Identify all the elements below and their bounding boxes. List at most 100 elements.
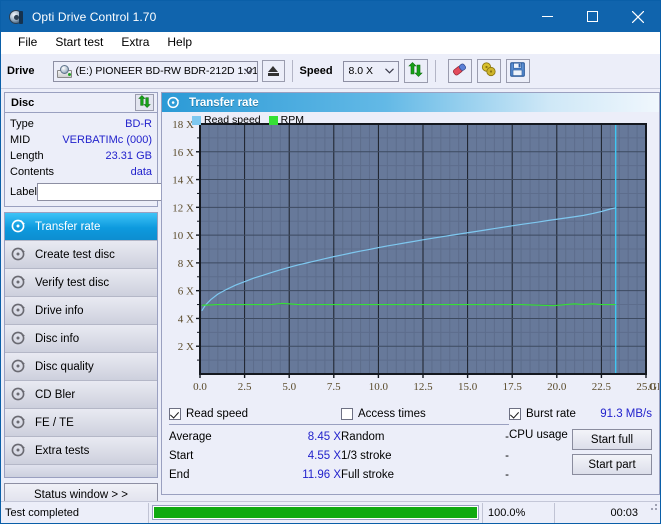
read-speed-stats: Read speed Average 8.45 X Start 4.55 X [169,405,341,484]
menu-bar: File Start test Extra Help [1,32,660,54]
disc-test-icon [11,359,28,374]
drive-toolbar: Drive (E:) PIONEER BD-RW BDR-212D 1.01 S… [1,54,660,89]
disc-test-icon [11,443,28,458]
disc-row-value: VERBATIMc (000) [62,134,152,146]
stat-value: 11.96 X [302,469,341,481]
eject-icon [268,66,279,76]
disc-refresh-button[interactable] [135,94,154,111]
disc-row-key: MID [10,134,30,146]
stat-key: CPU usage [509,429,568,441]
stat-value: 4.55 X [308,450,341,462]
chart-canvas: 2 X4 X6 X8 X10 X12 X14 X16 X18 X0.02.55.… [162,112,659,402]
disc-row-value: data [131,166,152,178]
sidebar-item-label: CD Bler [35,389,75,401]
stat-key: Full stroke [341,469,394,481]
svg-text:12 X: 12 X [172,202,194,214]
transfer-rate-panel: Transfer rate Read speed RPM 2 X4 X6 X8 … [161,92,660,495]
title-bar: Opti Drive Control 1.70 [1,1,660,32]
disc-row-value: 23.31 GB [106,150,152,162]
menu-file[interactable]: File [9,33,46,52]
disc-test-icon [11,219,28,234]
burst-rate-value: 91.3 MB/s [600,408,652,420]
start-full-button[interactable]: Start full [572,429,652,450]
menu-extra[interactable]: Extra [112,33,158,52]
disc-test-icon [167,96,181,109]
start-part-button[interactable]: Start part [572,454,652,475]
chevron-down-icon [244,62,253,81]
burst-rate-checkbox-row[interactable]: Burst rate 91.3 MB/s [509,405,652,422]
menu-help[interactable]: Help [158,33,201,52]
sidebar-item-disc-quality[interactable]: Disc quality [5,353,157,381]
application-window: Opti Drive Control 1.70 File Start test … [0,0,661,524]
stat-key: End [169,469,189,481]
access-times-stats: Access times Random - 1/3 stroke - [341,405,509,484]
stats-area: Read speed Average 8.45 X Start 4.55 X [162,402,659,484]
sidebar-item-transfer-rate[interactable]: Transfer rate [5,213,157,241]
eject-button[interactable] [262,60,285,82]
window-title: Opti Drive Control 1.70 [32,10,156,24]
svg-text:14 X: 14 X [172,175,194,187]
stat-row-third-stroke: 1/3 stroke - [341,446,509,465]
disc-panel-header: Disc [5,93,157,113]
disc-row-mid: MID VERBATIMc (000) [10,132,152,148]
sidebar-item-label: Extra tests [35,445,89,457]
svg-text:6 X: 6 X [178,286,194,298]
drive-select-value: (E:) PIONEER BD-RW BDR-212D 1.01 [76,65,257,77]
disc-label-row: Label [10,182,152,202]
discs-button[interactable] [477,59,501,83]
speed-select[interactable]: 8.0 X [343,61,399,82]
drive-select[interactable]: (E:) PIONEER BD-RW BDR-212D 1.01 [53,61,258,82]
minimize-button[interactable] [525,1,570,32]
transfer-rate-chart: Read speed RPM 2 X4 X6 X8 X10 X12 X14 X1… [162,112,659,402]
status-message: Test completed [1,503,149,523]
svg-text:7.5: 7.5 [327,381,341,393]
disc-row-type: Type BD-R [10,116,152,132]
cymbals-icon [481,62,497,80]
menu-start-test[interactable]: Start test [46,33,112,52]
save-button[interactable] [506,59,530,83]
svg-text:17.5: 17.5 [503,381,523,393]
refresh-icon [408,62,423,80]
burst-rate-stats: Burst rate 91.3 MB/s CPU usage 1 % Start… [509,405,652,484]
sidebar-item-verify-test-disc[interactable]: Verify test disc [5,269,157,297]
svg-text:16 X: 16 X [172,147,194,159]
close-button[interactable] [615,1,660,32]
disc-panel: Disc Type BD-R [4,92,158,207]
refresh-button[interactable] [404,59,428,83]
left-sidebar: Disc Type BD-R [1,89,161,500]
sidebar-item-cd-bler[interactable]: CD Bler [5,381,157,409]
page-title: Transfer rate [189,97,259,109]
svg-text:0.0: 0.0 [193,381,207,393]
progress-fill [154,507,477,518]
toolbar-divider-1 [292,60,293,82]
content-area: Transfer rate Read speed RPM 2 X4 X6 X8 … [161,89,661,500]
legend-swatch-read-speed [192,116,201,125]
start-buttons: Start full Start part [572,429,652,479]
erase-button[interactable] [448,59,472,83]
stat-key: Random [341,431,384,443]
svg-text:4 X: 4 X [178,313,194,325]
access-times-checkbox-row[interactable]: Access times [341,405,509,422]
read-speed-checkbox[interactable] [169,408,181,420]
disc-test-icon [11,415,28,430]
nav-filler [5,465,157,477]
divider [169,424,341,425]
sidebar-item-fe-te[interactable]: FE / TE [5,409,157,437]
refresh-icon [138,95,151,111]
sidebar-item-extra-tests[interactable]: Extra tests [5,437,157,465]
burst-rate-checkbox[interactable] [509,408,521,420]
legend-label-read-speed: Read speed [204,114,261,126]
speed-select-value: 8.0 X [349,65,374,77]
access-times-checkbox[interactable] [341,408,353,420]
disc-info-rows: Type BD-R MID VERBATIMc (000) Length 23.… [5,113,157,206]
maximize-button[interactable] [570,1,615,32]
sidebar-item-drive-info[interactable]: Drive info [5,297,157,325]
legend-label-rpm: RPM [281,114,304,126]
read-speed-checkbox-row[interactable]: Read speed [169,405,341,422]
eraser-icon [451,62,468,80]
sidebar-item-create-test-disc[interactable]: Create test disc [5,241,157,269]
stat-value: 8.45 X [308,431,341,443]
sidebar-item-disc-info[interactable]: Disc info [5,325,157,353]
toolbar-divider-2 [435,60,436,82]
disc-label-key: Label [10,186,37,198]
